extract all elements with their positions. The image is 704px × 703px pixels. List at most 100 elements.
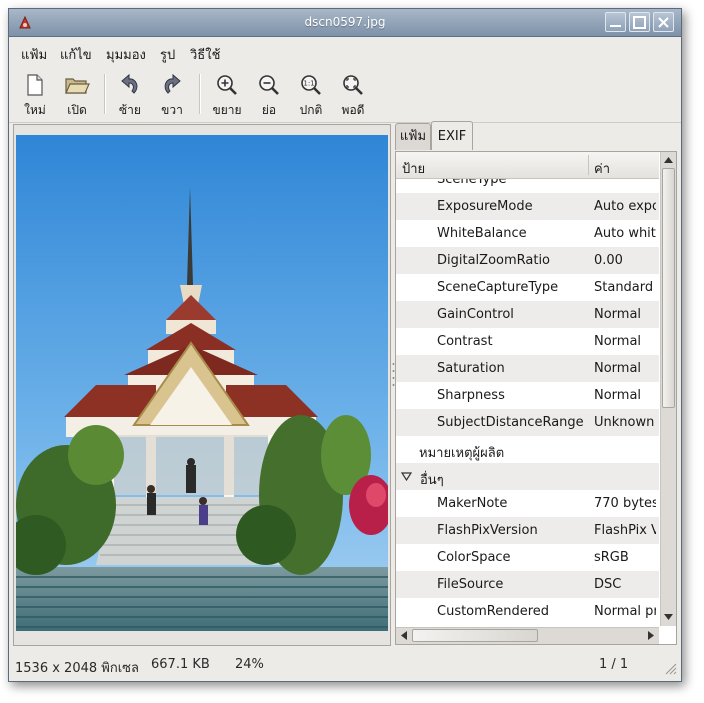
vertical-scrollbar[interactable] [660, 152, 676, 626]
list-item[interactable]: FlashPixVersion FlashPix Version 1.0 [396, 517, 659, 544]
menu-file[interactable]: แฟ้ม [21, 44, 47, 65]
list-item[interactable]: DigitalZoomRatio 0.00 [396, 247, 659, 274]
open-button[interactable]: เปิด [57, 70, 97, 120]
zoom-in-button[interactable]: ขยาย [207, 70, 247, 120]
tab-exif[interactable]: EXIF [431, 121, 473, 150]
zoom-normal-button[interactable]: 1:1 ปกติ [291, 70, 331, 120]
exif-tag: CustomRendered [437, 604, 550, 619]
maximize-button[interactable] [629, 12, 650, 32]
column-divider[interactable] [588, 155, 589, 175]
exif-tag: ColorSpace [437, 550, 511, 565]
zoom-fit-button[interactable]: พอดี [333, 70, 373, 120]
list-item[interactable]: ColorSpace sRGB [396, 544, 659, 571]
minimize-button[interactable] [605, 12, 626, 32]
menu-help[interactable]: วิธีใช้ [190, 44, 220, 65]
exif-tag: MakerNote [437, 496, 508, 511]
exif-panel: ป้าย ค่า SceneType ExposureMode Auto exp… [395, 151, 677, 645]
title-bar[interactable]: dscn0597.jpg [9, 9, 681, 37]
list-item[interactable]: Sharpness Normal [396, 382, 659, 409]
horizontal-scroll-thumb[interactable] [412, 629, 538, 642]
vertical-scroll-thumb[interactable] [662, 168, 675, 408]
exif-group-maker-note[interactable]: หมายเหตุผู้ผลิต [396, 436, 659, 463]
list-item[interactable]: ExposureMode Auto exposure [396, 193, 659, 220]
exif-value: Unknown [594, 415, 655, 430]
column-tag-header[interactable]: ป้าย [402, 158, 425, 179]
scroll-up-icon[interactable] [662, 154, 675, 167]
zoom-out-label: ย่อ [261, 103, 277, 117]
svg-text:1:1: 1:1 [303, 80, 314, 88]
exif-group-label: หมายเหตุผู้ผลิต [419, 446, 505, 461]
menu-image[interactable]: รูป [160, 44, 175, 65]
close-button[interactable] [653, 12, 674, 32]
exif-value: Auto white balance [594, 226, 656, 241]
exif-value: Normal process [594, 604, 656, 619]
zoom-out-button[interactable]: ย่อ [249, 70, 289, 120]
rotate-right-button[interactable]: ขวา [152, 70, 192, 120]
exif-value: Normal [594, 307, 642, 322]
window-title: dscn0597.jpg [304, 15, 386, 29]
list-item[interactable]: Contrast Normal [396, 328, 659, 355]
zoom-out-icon [259, 75, 279, 95]
exif-tag: FileSource [437, 577, 504, 592]
exif-tag: GainControl [437, 307, 514, 322]
exif-tag: Sharpness [437, 388, 505, 403]
exif-value: Normal [594, 361, 642, 376]
exif-tag: Contrast [437, 334, 493, 349]
exif-list[interactable]: SceneType ExposureMode Auto exposure Whi… [396, 179, 659, 626]
exif-tag: FlashPixVersion [437, 523, 538, 538]
minimize-icon [610, 25, 621, 27]
exif-group-other[interactable]: อื่นๆ [396, 463, 659, 490]
exif-tag: Saturation [437, 361, 505, 376]
image-viewer-window: dscn0597.jpg แฟ้ม แก้ไข มุมมอง รูป วิธีใ… [8, 8, 682, 682]
exif-tag: WhiteBalance [437, 226, 527, 241]
close-icon [658, 17, 669, 28]
menu-edit[interactable]: แก้ไข [60, 44, 92, 65]
list-item[interactable]: WhiteBalance Auto white balance [396, 220, 659, 247]
scroll-left-icon[interactable] [398, 629, 411, 642]
exif-group-label: อื่นๆ [420, 473, 444, 488]
exif-value: sRGB [594, 550, 629, 565]
column-value-header[interactable]: ค่า [594, 158, 610, 179]
list-item[interactable]: SceneType [396, 179, 659, 193]
zoom-in-label: ขยาย [212, 103, 242, 117]
status-bar: 1536 x 2048 พิกเซล 667.1 KB 24% 1 / 1 [9, 647, 681, 679]
list-item[interactable]: FileSource DSC [396, 571, 659, 598]
exif-value: DSC [594, 577, 622, 592]
list-item[interactable]: Saturation Normal [396, 355, 659, 382]
expander-down-icon[interactable] [401, 471, 412, 482]
list-item[interactable]: SubjectDistanceRange Unknown [396, 409, 659, 436]
exif-value: FlashPix Version 1.0 [594, 523, 656, 538]
list-item[interactable]: GainControl Normal [396, 301, 659, 328]
image-position: 1 / 1 [599, 657, 629, 672]
temple-photo[interactable] [16, 135, 388, 631]
toolbar: ใหม่ เปิด ซ้าย ขวา ขยาย ย่อ 1:1 ปกติ พอด… [9, 66, 681, 123]
rotate-left-icon [121, 73, 138, 94]
exif-value: Standard [594, 280, 654, 295]
rotate-left-button[interactable]: ซ้าย [110, 70, 150, 120]
zoom-fit-label: พอดี [341, 103, 365, 117]
horizontal-scrollbar[interactable] [396, 627, 659, 644]
menu-bar: แฟ้ม แก้ไข มุมมอง รูป วิธีใช้ [9, 37, 681, 65]
image-view[interactable] [13, 124, 391, 646]
exif-tag: SceneType [437, 179, 507, 187]
exif-tag: SceneCaptureType [437, 280, 559, 295]
resize-grip-icon[interactable] [663, 661, 677, 675]
rotate-right-label: ขวา [161, 103, 183, 117]
exif-value: Normal [594, 388, 642, 403]
zoom-normal-icon: 1:1 [301, 75, 321, 95]
image-dimensions: 1536 x 2048 พิกเซล [15, 661, 139, 676]
scroll-down-icon[interactable] [662, 610, 675, 623]
exif-column-header: ป้าย ค่า [396, 152, 659, 179]
tab-file[interactable]: แฟ้ม [395, 123, 431, 150]
file-size: 667.1 KB [151, 657, 210, 672]
new-button[interactable]: ใหม่ [15, 70, 55, 120]
menu-view[interactable]: มุมมอง [106, 44, 146, 65]
scroll-right-icon[interactable] [644, 629, 657, 642]
exif-value: Normal [594, 334, 642, 349]
list-item[interactable]: SceneCaptureType Standard [396, 274, 659, 301]
zoom-level: 24% [235, 657, 264, 672]
zoom-in-icon [217, 75, 237, 95]
exif-tag: DigitalZoomRatio [437, 253, 551, 268]
list-item[interactable]: MakerNote 770 bytes [396, 490, 659, 517]
list-item[interactable]: CustomRendered Normal process [396, 598, 659, 625]
